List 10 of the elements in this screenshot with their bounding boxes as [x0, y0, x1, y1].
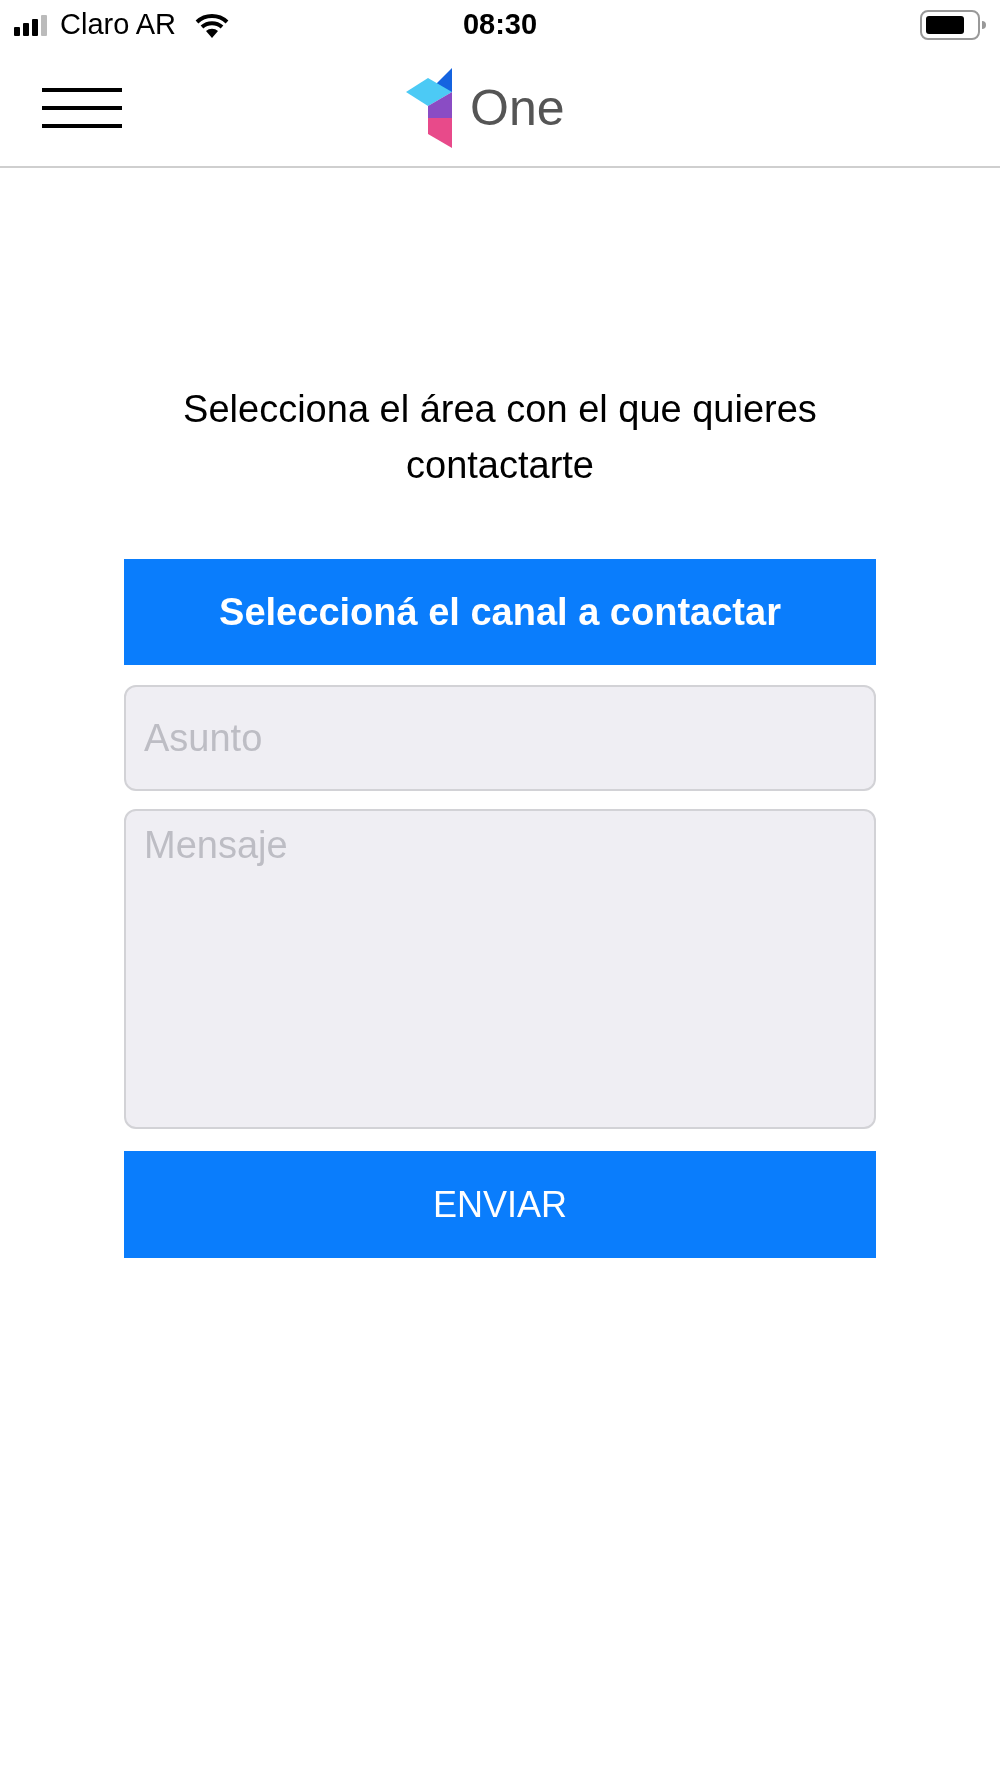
channel-select-button[interactable]: Seleccioná el canal a contactar [124, 559, 876, 665]
battery-icon [920, 10, 986, 40]
wifi-icon [194, 12, 231, 38]
logo-icon [406, 68, 454, 148]
app-name: One [470, 83, 565, 133]
carrier-name: Claro AR [60, 7, 177, 43]
send-button[interactable]: ENVIAR [124, 1151, 876, 1258]
instruction-text: Selecciona el área con el que quieres contactarte [182, 387, 818, 488]
clock-time: 08:30 [462, 7, 538, 43]
menu-button[interactable] [42, 86, 122, 130]
